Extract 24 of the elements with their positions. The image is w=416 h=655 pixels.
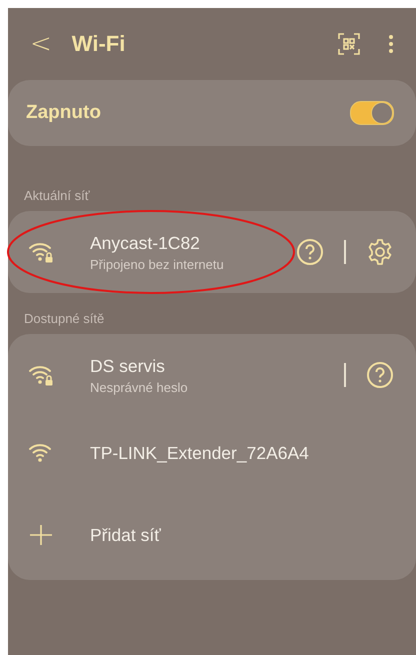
add-network-item[interactable]: Přidat síť	[8, 494, 416, 576]
help-icon[interactable]	[296, 238, 324, 266]
back-button[interactable]: <	[26, 29, 56, 59]
settings-icon[interactable]	[366, 238, 394, 266]
page-title: Wi-Fi	[72, 31, 126, 57]
network-name: TP-LINK_Extender_72A6A4	[90, 442, 310, 464]
network-item[interactable]: Anycast-1C82 Připojeno bez internetu	[8, 215, 416, 289]
network-item[interactable]: TP-LINK_Extender_72A6A4	[8, 412, 416, 494]
add-network-label: Přidat síť	[90, 524, 162, 546]
plus-icon	[28, 523, 54, 547]
network-status: Nesprávné heslo	[90, 380, 189, 394]
qr-scan-icon[interactable]	[338, 33, 360, 55]
more-options-icon[interactable]	[388, 34, 394, 54]
wifi-icon	[28, 441, 54, 465]
toggle-switch[interactable]	[350, 101, 394, 125]
section-title: Dostupné sítě	[23, 310, 106, 328]
section-title: Aktuální síť	[23, 187, 91, 205]
network-name: Anycast-1C82	[90, 232, 201, 254]
network-status: Připojeno bez internetu	[90, 256, 225, 272]
network-name: DS servis	[90, 356, 166, 376]
help-icon[interactable]	[366, 361, 394, 389]
network-item[interactable]: DS servis Nesprávné heslo	[8, 338, 416, 412]
wifi-switch-card[interactable]: Zapnuto	[8, 80, 416, 146]
switch-label: Zapnuto	[26, 102, 101, 124]
